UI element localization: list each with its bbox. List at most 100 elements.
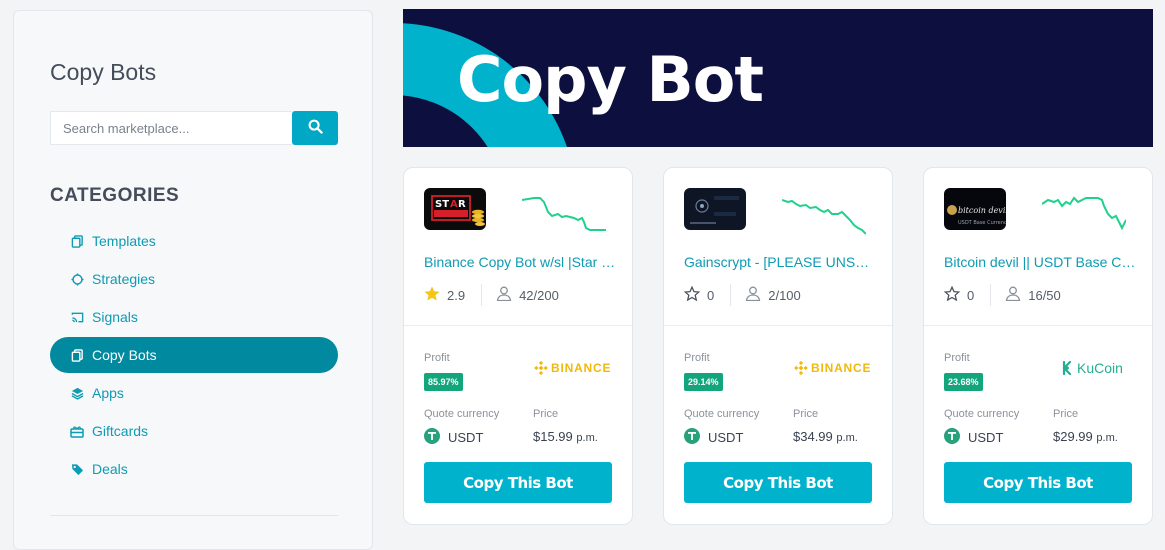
exchange-logo: BINANCE bbox=[534, 358, 614, 378]
category-label: Strategies bbox=[92, 271, 156, 287]
price-value: $29.99 bbox=[1053, 429, 1093, 444]
search-icon bbox=[308, 119, 323, 137]
profit-badge: 85.97% bbox=[424, 373, 463, 391]
category-label: Apps bbox=[92, 385, 124, 401]
rating: 2.9 bbox=[424, 286, 465, 304]
divider bbox=[730, 284, 732, 306]
divider bbox=[50, 515, 338, 516]
circle-icon bbox=[70, 272, 84, 286]
layers-icon bbox=[70, 386, 84, 400]
rating: 0 bbox=[943, 285, 975, 304]
subscriber-count: 42/200 bbox=[519, 287, 559, 303]
price-period: p.m. bbox=[576, 432, 598, 444]
search-button[interactable] bbox=[292, 111, 338, 145]
quote-currency: USDT bbox=[684, 428, 743, 447]
category-item-deals[interactable]: Deals bbox=[50, 451, 338, 487]
profit-label: Profit bbox=[684, 352, 710, 364]
rating-value: 2.9 bbox=[447, 287, 466, 303]
category-item-apps[interactable]: Apps bbox=[50, 375, 338, 411]
star-outline-icon bbox=[943, 285, 967, 304]
copy-this-bot-button[interactable]: Copy This Bot bbox=[944, 462, 1132, 503]
bot-name-link[interactable]: Gainscrypt - [PLEASE UNSUBSCRIBE] bbox=[684, 254, 876, 270]
performance-sparkline bbox=[1042, 196, 1126, 231]
bot-name-link[interactable]: Binance Copy Bot w/sl |Star Signals bbox=[424, 254, 616, 270]
svg-text:bitcoin devil: bitcoin devil bbox=[958, 206, 1006, 215]
rating: 0 bbox=[683, 285, 715, 304]
bot-stats: 0 16/50 bbox=[943, 284, 1061, 306]
divider bbox=[404, 325, 632, 326]
rating-value: 0 bbox=[967, 287, 975, 303]
category-item-strategies[interactable]: Strategies bbox=[50, 261, 338, 297]
user-icon bbox=[496, 286, 519, 304]
category-label: Templates bbox=[92, 233, 156, 249]
svg-text:A: A bbox=[450, 199, 458, 210]
bot-logo bbox=[684, 188, 746, 230]
quote-currency-value: USDT bbox=[708, 430, 744, 445]
category-label: Copy Bots bbox=[92, 347, 157, 363]
exchange-name: BINANCE bbox=[551, 361, 612, 375]
category-list: Templates Strategies Signals Copy Bots A… bbox=[50, 223, 338, 489]
gift-icon bbox=[70, 424, 84, 438]
bot-logo: bitcoin devil USDT Base Currency bbox=[944, 188, 1006, 230]
performance-sparkline bbox=[782, 199, 866, 235]
category-label: Signals bbox=[92, 309, 138, 325]
copy-this-bot-button[interactable]: Copy This Bot bbox=[424, 462, 612, 503]
divider bbox=[481, 284, 483, 306]
divider bbox=[924, 325, 1152, 326]
page-banner: Copy Bot bbox=[403, 9, 1153, 147]
tag-icon bbox=[70, 462, 84, 476]
subscribers: 16/50 bbox=[1005, 286, 1061, 304]
copy-this-bot-button[interactable]: Copy This Bot bbox=[684, 462, 872, 503]
category-label: Deals bbox=[92, 461, 128, 477]
quote-currency: USDT bbox=[944, 428, 1003, 447]
exchange-logo: BINANCE bbox=[794, 358, 874, 378]
banner-title: Copy Bot bbox=[457, 43, 764, 116]
profit-badge: 29.14% bbox=[684, 373, 723, 391]
price: $29.99 p.m. bbox=[1053, 429, 1118, 444]
binance-icon bbox=[794, 361, 808, 375]
bot-name-link[interactable]: Bitcoin devil || USDT Base Currency bbox=[944, 254, 1136, 270]
category-item-signals[interactable]: Signals bbox=[50, 299, 338, 335]
subscriber-count: 16/50 bbox=[1028, 287, 1061, 303]
binance-icon bbox=[534, 361, 548, 375]
search-input[interactable] bbox=[50, 111, 292, 145]
search-bar bbox=[50, 111, 338, 145]
svg-text:ST: ST bbox=[435, 199, 449, 210]
price: $34.99 p.m. bbox=[793, 429, 858, 444]
category-label: Giftcards bbox=[92, 423, 149, 439]
sidebar-title: Copy Bots bbox=[50, 59, 157, 85]
quote-currency-value: USDT bbox=[968, 430, 1004, 445]
cast-icon bbox=[70, 310, 84, 324]
performance-sparkline bbox=[522, 197, 606, 231]
star-outline-icon bbox=[683, 285, 707, 304]
tether-icon bbox=[424, 428, 448, 447]
price-period: p.m. bbox=[836, 432, 858, 444]
bot-card[interactable]: ST A R Binance Copy Bot w/sl |Star Signa… bbox=[403, 167, 633, 525]
bot-card[interactable]: bitcoin devil USDT Base Currency Bitcoin… bbox=[923, 167, 1153, 525]
copy-icon bbox=[70, 234, 84, 248]
profit-label: Profit bbox=[944, 352, 970, 364]
price-label: Price bbox=[793, 408, 819, 420]
profit-badge: 23.68% bbox=[944, 373, 983, 391]
subscribers: 42/200 bbox=[496, 286, 559, 304]
price: $15.99 p.m. bbox=[533, 429, 598, 444]
price-value: $15.99 bbox=[533, 429, 573, 444]
quote-currency-label: Quote currency bbox=[424, 408, 500, 420]
kucoin-icon bbox=[1062, 360, 1072, 376]
quote-currency-value: USDT bbox=[448, 430, 484, 445]
price-label: Price bbox=[533, 408, 559, 420]
rating-value: 0 bbox=[707, 287, 715, 303]
price-label: Price bbox=[1053, 408, 1079, 420]
quote-currency: USDT bbox=[424, 428, 483, 447]
profit-label: Profit bbox=[424, 352, 450, 364]
category-item-copy-bots[interactable]: Copy Bots bbox=[50, 337, 338, 373]
category-item-giftcards[interactable]: Giftcards bbox=[50, 413, 338, 449]
divider bbox=[990, 284, 992, 306]
category-item-templates[interactable]: Templates bbox=[50, 223, 338, 259]
bot-logo: ST A R bbox=[424, 188, 486, 230]
quote-currency-label: Quote currency bbox=[684, 408, 760, 420]
bot-card[interactable]: Gainscrypt - [PLEASE UNSUBSCRIBE] 0 2/10… bbox=[663, 167, 893, 525]
quote-currency-label: Quote currency bbox=[944, 408, 1020, 420]
subscriber-count: 2/100 bbox=[768, 287, 801, 303]
bot-stats: 2.9 42/200 bbox=[424, 284, 559, 306]
